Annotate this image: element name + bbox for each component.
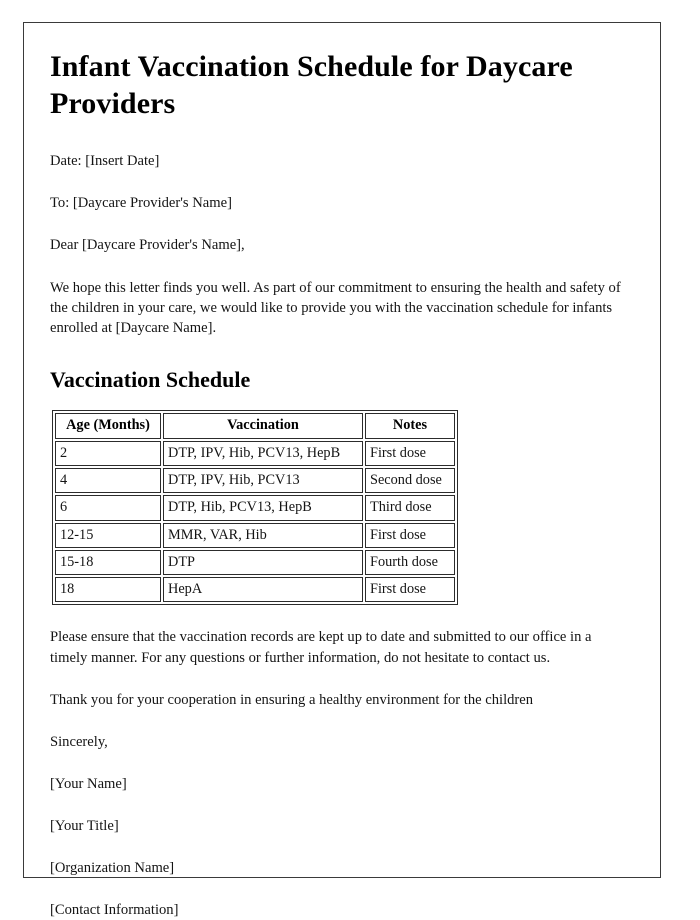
cell-notes: First dose bbox=[365, 440, 455, 466]
cell-notes: First dose bbox=[365, 577, 455, 603]
table-row: 2 DTP, IPV, Hib, PCV13, HepB First dose bbox=[55, 440, 455, 466]
signature-title: [Your Title] bbox=[50, 818, 119, 835]
cell-vaccination: HepA bbox=[163, 577, 363, 603]
closing-paragraph: Please ensure that the vaccination recor… bbox=[50, 629, 592, 666]
page-title: Infant Vaccination Schedule for Daycare … bbox=[50, 50, 573, 120]
intro-paragraph: We hope this letter finds you well. As p… bbox=[50, 279, 621, 336]
thanks-paragraph: Thank you for your cooperation in ensuri… bbox=[50, 691, 534, 708]
cell-age: 15-18 bbox=[55, 549, 161, 576]
cell-vaccination: DTP bbox=[163, 549, 363, 576]
signature-name: [Your Name] bbox=[50, 775, 127, 792]
salutation: Dear [Daycare Provider's Name], bbox=[50, 237, 245, 254]
document-body: Infant Vaccination Schedule for Daycare … bbox=[24, 23, 660, 920]
cell-vaccination: DTP, IPV, Hib, PCV13 bbox=[163, 467, 363, 494]
table-row: 15-18 DTP Fourth dose bbox=[55, 549, 455, 576]
document-page: Infant Vaccination Schedule for Daycare … bbox=[23, 22, 661, 918]
table-body: 2 DTP, IPV, Hib, PCV13, HepB First dose … bbox=[55, 440, 455, 603]
cell-notes: Fourth dose bbox=[365, 549, 455, 576]
cell-vaccination: MMR, VAR, Hib bbox=[163, 522, 363, 548]
sign-off: Sincerely, bbox=[50, 733, 108, 750]
cell-age: 12-15 bbox=[55, 522, 161, 548]
table-row: 18 HepA First dose bbox=[55, 577, 455, 603]
signature-organization: [Organization Name] bbox=[50, 860, 175, 877]
recipient-line: To: [Daycare Provider's Name] bbox=[50, 195, 232, 212]
table-header: Age (Months) Vaccination Notes bbox=[55, 413, 455, 439]
signature-contact: [Contact Information] bbox=[50, 902, 179, 919]
cell-age: 6 bbox=[55, 495, 161, 521]
cell-vaccination: DTP, Hib, PCV13, HepB bbox=[163, 495, 363, 521]
cell-notes: Third dose bbox=[365, 495, 455, 521]
cell-age: 4 bbox=[55, 467, 161, 494]
cell-notes: Second dose bbox=[365, 467, 455, 494]
table-row: 4 DTP, IPV, Hib, PCV13 Second dose bbox=[55, 467, 455, 494]
cell-age: 18 bbox=[55, 577, 161, 603]
cell-notes: First dose bbox=[365, 522, 455, 548]
table-header-row: Age (Months) Vaccination Notes bbox=[55, 413, 455, 439]
table-row: 12-15 MMR, VAR, Hib First dose bbox=[55, 522, 455, 548]
column-header-age: Age (Months) bbox=[55, 413, 161, 439]
column-header-notes: Notes bbox=[365, 413, 455, 439]
column-header-vaccination: Vaccination bbox=[163, 413, 363, 439]
cell-vaccination: DTP, IPV, Hib, PCV13, HepB bbox=[163, 440, 363, 466]
section-heading-vaccination-schedule: Vaccination Schedule bbox=[50, 366, 251, 392]
date-line: Date: [Insert Date] bbox=[50, 153, 160, 170]
vaccination-schedule-table: Age (Months) Vaccination Notes 2 DTP, IP… bbox=[52, 410, 458, 606]
cell-age: 2 bbox=[55, 440, 161, 466]
table-row: 6 DTP, Hib, PCV13, HepB Third dose bbox=[55, 495, 455, 521]
